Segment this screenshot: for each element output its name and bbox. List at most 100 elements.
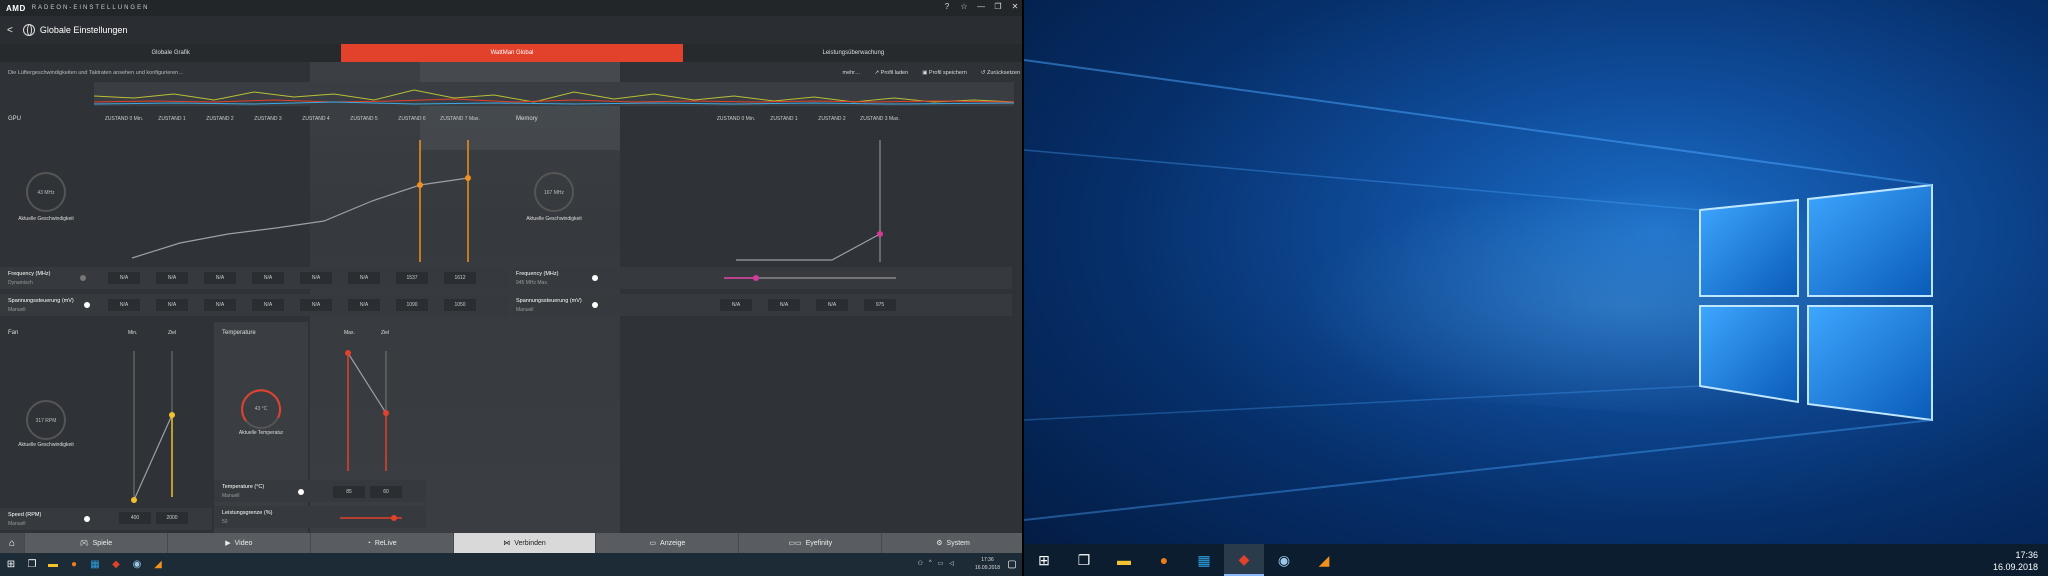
gpu-frequency-cell[interactable]: 1612 bbox=[444, 272, 476, 284]
gpu-voltage-cell[interactable]: N/A bbox=[156, 299, 188, 311]
back-arrow-icon[interactable]: < bbox=[7, 25, 13, 36]
tab-wattman-global[interactable]: WattMan Global bbox=[341, 44, 683, 62]
tab-global-graphics[interactable]: Globale Grafik bbox=[0, 44, 341, 62]
gpu-voltage-cell[interactable]: 1090 bbox=[396, 299, 428, 311]
temperature-max-value[interactable]: 85 bbox=[333, 486, 365, 498]
gpu-frequency-cell[interactable]: N/A bbox=[348, 272, 380, 284]
gpu-curve-chart bbox=[131, 140, 471, 262]
load-profile-label: Profil laden bbox=[880, 70, 909, 76]
nav-display[interactable]: ▭ Anzeige bbox=[595, 533, 739, 553]
help-icon[interactable]: ? bbox=[942, 2, 952, 11]
app-icon[interactable]: ◢ bbox=[148, 555, 168, 575]
gpu-voltage-cell[interactable]: 1050 bbox=[444, 299, 476, 311]
memory-frequency-toggle[interactable] bbox=[592, 275, 598, 281]
gpu-voltage-toggle[interactable] bbox=[84, 302, 90, 308]
page-title: Globale Einstellungen bbox=[39, 25, 128, 35]
memory-voltage-cell[interactable]: N/A bbox=[768, 299, 800, 311]
description-text: Die Lüftergeschwindigkeiten und Taktrate… bbox=[8, 70, 184, 76]
start-icon[interactable]: ⊞ bbox=[1, 555, 21, 575]
temperature-curve-chart bbox=[345, 350, 389, 471]
nav-games[interactable]: 🎮︎ Spiele bbox=[24, 533, 167, 553]
memory-label: Memory bbox=[516, 116, 538, 122]
gpu-state7-handle bbox=[465, 175, 471, 181]
minimize-icon[interactable]: — bbox=[976, 2, 986, 11]
gpu-frequency-cell[interactable]: N/A bbox=[156, 272, 188, 284]
temperature-curve-line bbox=[347, 352, 387, 414]
power-limit-slider[interactable] bbox=[336, 512, 406, 524]
chevron-up-icon[interactable]: ^ bbox=[929, 560, 932, 567]
page-header: < Globale Einstellungen bbox=[0, 16, 1024, 44]
steam-icon-right[interactable]: ◉ bbox=[1264, 544, 1304, 576]
temperature-toggle[interactable] bbox=[298, 489, 304, 495]
radeon-icon-right[interactable]: ◆ bbox=[1224, 544, 1264, 576]
power-limit-value: 50 bbox=[222, 519, 228, 525]
gpu-frequency-cell[interactable]: N/A bbox=[252, 272, 284, 284]
taskbar-left: ⊞ ❐ ▬ ● ▦ ◆ ◉ ◢ ⚇ ^ ▭ ◁ 17:36 16.09.2018… bbox=[0, 553, 1024, 576]
gpu-voltage-cell[interactable]: N/A bbox=[108, 299, 140, 311]
home-icon[interactable]: ⌂ bbox=[0, 533, 24, 553]
reset-button[interactable]: ↺ Zurücksetzen bbox=[981, 70, 1020, 76]
nav-eyefinity[interactable]: ▭▭ Eyefinity bbox=[738, 533, 882, 553]
close-icon[interactable]: ✕ bbox=[1010, 2, 1020, 11]
window-controls: ? ☆ — ❐ ✕ bbox=[942, 2, 1020, 11]
nav-games-label: Spiele bbox=[92, 539, 113, 547]
network-icon[interactable]: ▭ bbox=[938, 560, 944, 567]
task-view-icon[interactable]: ❐ bbox=[22, 555, 42, 575]
save-profile-button[interactable]: ▣ Profil speichern bbox=[922, 70, 967, 76]
tab-performance-monitoring[interactable]: Leistungsüberwachung bbox=[683, 44, 1024, 62]
gpu-frequency-cell[interactable]: N/A bbox=[108, 272, 140, 284]
file-explorer-icon-right[interactable]: ▬ bbox=[1104, 544, 1144, 576]
fan-speed-toggle[interactable] bbox=[84, 516, 90, 522]
date-left: 16.09.2018 bbox=[974, 565, 1000, 571]
temperature-target-value[interactable]: 60 bbox=[370, 486, 402, 498]
start-icon-right[interactable]: ⊞ bbox=[1024, 544, 1064, 576]
gpu-frequency-cell[interactable]: 1537 bbox=[396, 272, 428, 284]
gpu-voltage-cell[interactable]: N/A bbox=[204, 299, 236, 311]
store-icon-right[interactable]: ▦ bbox=[1184, 544, 1224, 576]
steam-icon[interactable]: ◉ bbox=[127, 555, 147, 575]
gpu-frequency-toggle[interactable] bbox=[80, 275, 86, 281]
bookmark-icon[interactable]: ☆ bbox=[959, 2, 969, 11]
gpu-frequency-cell[interactable]: N/A bbox=[300, 272, 332, 284]
memory-state-header: ZUSTAND 1 bbox=[770, 116, 798, 122]
memory-voltage-cell[interactable]: N/A bbox=[720, 299, 752, 311]
memory-frequency-slider[interactable] bbox=[720, 272, 900, 284]
radeon-icon[interactable]: ◆ bbox=[106, 555, 126, 575]
firefox-icon[interactable]: ● bbox=[64, 555, 84, 575]
nav-system[interactable]: ⚙ System bbox=[881, 533, 1024, 553]
load-profile-button[interactable]: ↗ Profil laden bbox=[875, 70, 909, 76]
nav-connect[interactable]: ⋈ Verbinden bbox=[452, 533, 596, 553]
memory-gauge-caption: Aktuelle Geschwindigkeit bbox=[526, 216, 582, 222]
task-view-icon-right[interactable]: ❐ bbox=[1064, 544, 1104, 576]
memory-voltage-cell[interactable]: 975 bbox=[864, 299, 896, 311]
activity-graph-svg bbox=[94, 89, 1014, 105]
gpu-voltage-cell[interactable]: N/A bbox=[252, 299, 284, 311]
clock-left[interactable]: 17:36 16.09.2018 bbox=[975, 556, 1000, 572]
file-explorer-icon[interactable]: ▬ bbox=[43, 555, 63, 575]
memory-curve-line bbox=[736, 233, 881, 261]
temperature-target-handle bbox=[383, 410, 389, 416]
nav-video[interactable]: ▶ Video bbox=[166, 533, 310, 553]
memory-voltage-cell[interactable]: N/A bbox=[816, 299, 848, 311]
clock-right[interactable]: 17:36 16.09.2018 bbox=[1993, 549, 2038, 573]
title-bar: AMD RADEON-EINSTELLUNGEN ? ☆ — ❐ ✕ bbox=[0, 0, 1024, 16]
people-icon[interactable]: ⚇ bbox=[917, 560, 922, 567]
volume-icon[interactable]: ◁ bbox=[949, 560, 954, 567]
app-icon-right[interactable]: ◢ bbox=[1304, 544, 1344, 576]
firefox-icon-right[interactable]: ● bbox=[1144, 544, 1184, 576]
more-link[interactable]: mehr… bbox=[842, 70, 860, 76]
restore-icon[interactable]: ❐ bbox=[993, 2, 1003, 11]
gpu-voltage-cell[interactable]: N/A bbox=[300, 299, 332, 311]
fan-min-value[interactable]: 400 bbox=[119, 512, 151, 524]
gpu-voltage-cell[interactable]: N/A bbox=[348, 299, 380, 311]
fan-target-value[interactable]: 2000 bbox=[156, 512, 188, 524]
notifications-icon[interactable]: ▢ bbox=[1002, 554, 1022, 574]
gpu-frequency-cell[interactable]: N/A bbox=[204, 272, 236, 284]
memory-frequency-max: 945 MHz Max. bbox=[516, 280, 549, 286]
store-icon[interactable]: ▦ bbox=[85, 555, 105, 575]
taskbar-right: ⊞ ❐ ▬ ● ▦ ◆ ◉ ◢ 17:36 16.09.2018 bbox=[1024, 544, 2048, 576]
memory-voltage-toggle[interactable] bbox=[592, 302, 598, 308]
nav-relive[interactable]: ◔ ReLive bbox=[309, 533, 453, 553]
nav-eyefinity-label: Eyefinity bbox=[805, 539, 833, 547]
nav-connect-label: Verbinden bbox=[514, 539, 546, 547]
